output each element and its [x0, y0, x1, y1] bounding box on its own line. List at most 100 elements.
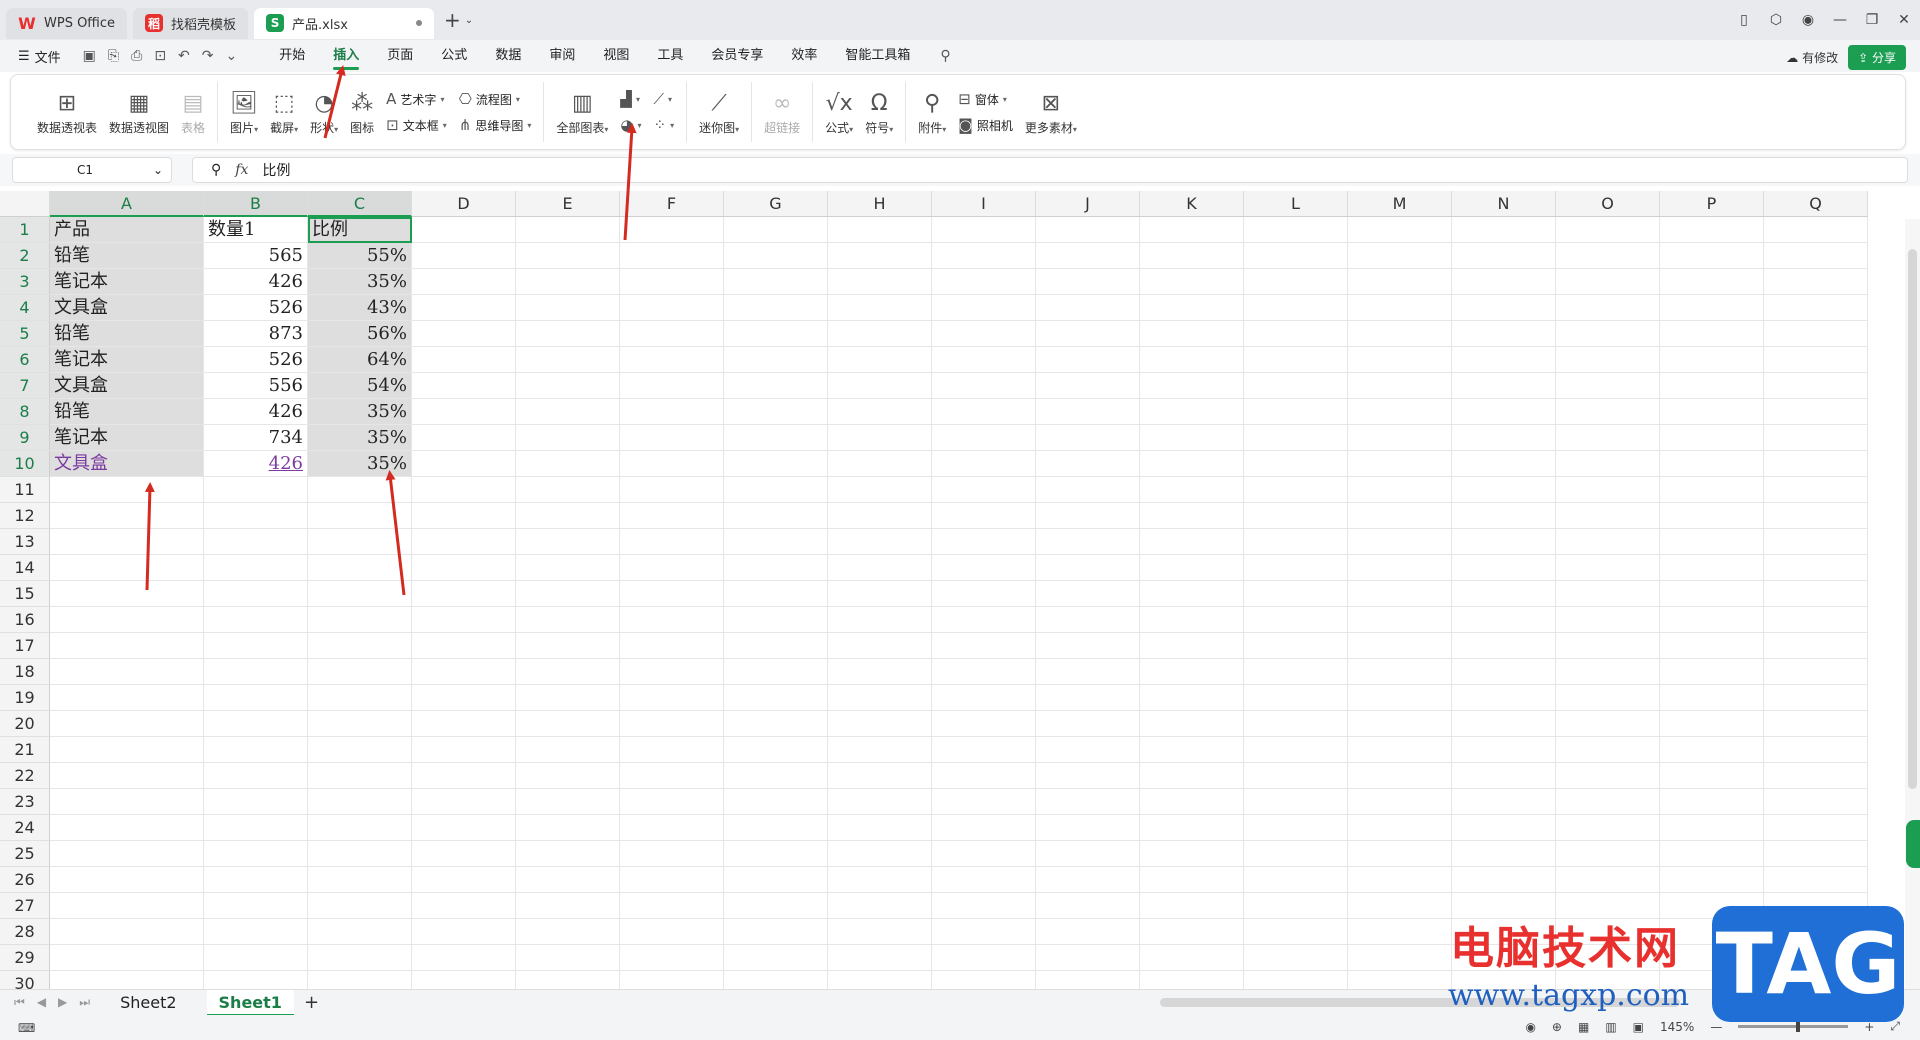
cell-h1[interactable] — [828, 217, 932, 243]
cell-f7[interactable] — [620, 373, 724, 399]
cell-b13[interactable] — [204, 529, 308, 555]
first-sheet-icon[interactable]: ⏮ — [14, 995, 25, 1010]
cell-l29[interactable] — [1244, 945, 1348, 971]
sparkline-button[interactable]: ⟋ 迷你图▾ — [693, 82, 745, 142]
cell-g28[interactable] — [724, 919, 828, 945]
cell-q10[interactable] — [1764, 451, 1868, 477]
cell-g3[interactable] — [724, 269, 828, 295]
cell-c30[interactable] — [308, 971, 412, 989]
cell-b25[interactable] — [204, 841, 308, 867]
cell-k4[interactable] — [1140, 295, 1244, 321]
zoom-out-icon[interactable]: — — [1710, 1020, 1722, 1034]
cell-q12[interactable] — [1764, 503, 1868, 529]
cell-f22[interactable] — [620, 763, 724, 789]
cell-n3[interactable] — [1452, 269, 1556, 295]
cell-h15[interactable] — [828, 581, 932, 607]
row-header-7[interactable]: 7 — [0, 373, 50, 399]
cell-g13[interactable] — [724, 529, 828, 555]
screenshot-button[interactable]: ⬚ 截屏▾ — [264, 82, 304, 142]
cell-o11[interactable] — [1556, 477, 1660, 503]
cell-e15[interactable] — [516, 581, 620, 607]
cell-l11[interactable] — [1244, 477, 1348, 503]
cell-d23[interactable] — [412, 789, 516, 815]
cell-j12[interactable] — [1036, 503, 1140, 529]
cell-c19[interactable] — [308, 685, 412, 711]
tab-document[interactable]: S 产品.xlsx — [254, 7, 434, 39]
cell-o19[interactable] — [1556, 685, 1660, 711]
cell-d20[interactable] — [412, 711, 516, 737]
cell-p15[interactable] — [1660, 581, 1764, 607]
cell-b9[interactable]: 734 — [204, 425, 308, 451]
cell-l1[interactable] — [1244, 217, 1348, 243]
cell-b8[interactable]: 426 — [204, 399, 308, 425]
cell-n16[interactable] — [1452, 607, 1556, 633]
cell-m24[interactable] — [1348, 815, 1452, 841]
cell-d22[interactable] — [412, 763, 516, 789]
cell-h12[interactable] — [828, 503, 932, 529]
cell-f23[interactable] — [620, 789, 724, 815]
redo-icon[interactable]: ↷ — [202, 48, 214, 64]
cell-n25[interactable] — [1452, 841, 1556, 867]
fullscreen-icon[interactable]: ⤢ — [1890, 1019, 1900, 1034]
cell-e24[interactable] — [516, 815, 620, 841]
cell-a12[interactable] — [50, 503, 204, 529]
search-icon[interactable]: ⚲ — [940, 48, 950, 64]
cell-q2[interactable] — [1764, 243, 1868, 269]
scatter-chart-button[interactable]: ⁘ ▾ — [654, 116, 675, 134]
cell-e26[interactable] — [516, 867, 620, 893]
cell-i12[interactable] — [932, 503, 1036, 529]
row-header-22[interactable]: 22 — [0, 763, 50, 789]
chevron-down-icon[interactable]: ⌄ — [465, 15, 473, 26]
cell-k30[interactable] — [1140, 971, 1244, 989]
cell-l21[interactable] — [1244, 737, 1348, 763]
cell-o3[interactable] — [1556, 269, 1660, 295]
row-header-16[interactable]: 16 — [0, 607, 50, 633]
cell-a20[interactable] — [50, 711, 204, 737]
cell-q11[interactable] — [1764, 477, 1868, 503]
cell-p25[interactable] — [1660, 841, 1764, 867]
cell-o8[interactable] — [1556, 399, 1660, 425]
sheet-tab-sheet1[interactable]: Sheet1 — [206, 989, 294, 1016]
cell-a7[interactable]: 文具盒 — [50, 373, 204, 399]
column-header-e[interactable]: E — [516, 191, 620, 217]
row-header-28[interactable]: 28 — [0, 919, 50, 945]
cell-p10[interactable] — [1660, 451, 1764, 477]
menu-tools[interactable]: 工具 — [643, 40, 697, 72]
row-header-8[interactable]: 8 — [0, 399, 50, 425]
cell-k29[interactable] — [1140, 945, 1244, 971]
cell-j19[interactable] — [1036, 685, 1140, 711]
cell-a27[interactable] — [50, 893, 204, 919]
cell-i17[interactable] — [932, 633, 1036, 659]
cell-i11[interactable] — [932, 477, 1036, 503]
cell-g25[interactable] — [724, 841, 828, 867]
cell-b17[interactable] — [204, 633, 308, 659]
cell-h5[interactable] — [828, 321, 932, 347]
cell-m14[interactable] — [1348, 555, 1452, 581]
cell-b29[interactable] — [204, 945, 308, 971]
column-header-l[interactable]: L — [1244, 191, 1348, 217]
cell-k14[interactable] — [1140, 555, 1244, 581]
cell-j5[interactable] — [1036, 321, 1140, 347]
cell-j14[interactable] — [1036, 555, 1140, 581]
cell-c12[interactable] — [308, 503, 412, 529]
cell-o15[interactable] — [1556, 581, 1660, 607]
cell-c27[interactable] — [308, 893, 412, 919]
column-chart-button[interactable]: ▟ ▾ — [620, 90, 641, 108]
cell-i21[interactable] — [932, 737, 1036, 763]
cell-o22[interactable] — [1556, 763, 1660, 789]
cell-a9[interactable]: 笔记本 — [50, 425, 204, 451]
cell-a17[interactable] — [50, 633, 204, 659]
cell-b10[interactable]: 426 — [204, 451, 308, 477]
cell-p22[interactable] — [1660, 763, 1764, 789]
cell-a29[interactable] — [50, 945, 204, 971]
cell-f3[interactable] — [620, 269, 724, 295]
cell-c23[interactable] — [308, 789, 412, 815]
hyperlink-button[interactable]: ∞ 超链接 — [758, 82, 806, 142]
cell-c16[interactable] — [308, 607, 412, 633]
cell-q18[interactable] — [1764, 659, 1868, 685]
cell-b30[interactable] — [204, 971, 308, 989]
cell-n6[interactable] — [1452, 347, 1556, 373]
macro-icon[interactable]: ⌨ — [18, 1021, 35, 1035]
cell-f9[interactable] — [620, 425, 724, 451]
cell-e20[interactable] — [516, 711, 620, 737]
